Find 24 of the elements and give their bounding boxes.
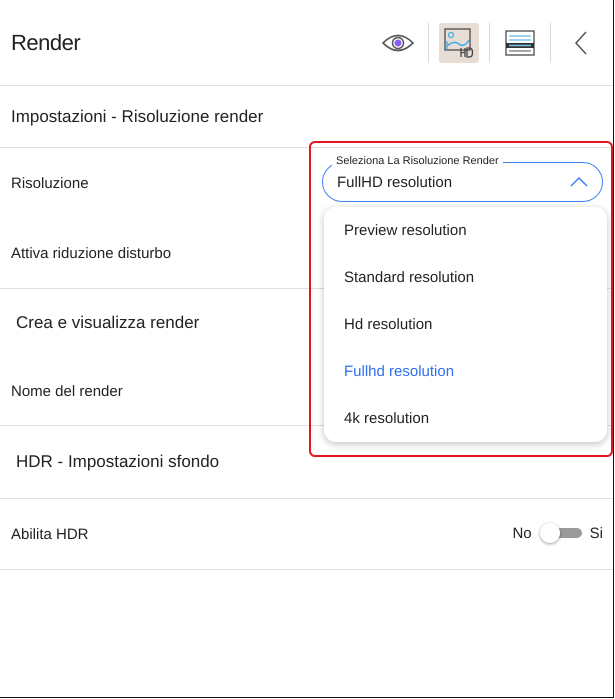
eye-icon: [381, 32, 415, 54]
select-value: FullHD resolution: [337, 174, 452, 190]
dropdown-option[interactable]: 4k resolution: [324, 395, 607, 442]
dropdown-option[interactable]: Preview resolution: [324, 207, 607, 254]
dropdown-option[interactable]: Hd resolution: [324, 301, 607, 348]
dropdown-option[interactable]: Standard resolution: [324, 254, 607, 301]
toggle-off-label: No: [512, 524, 532, 542]
section-heading: HDR - Impostazioni sfondo: [16, 452, 220, 472]
toggle-on-label: Si: [590, 524, 603, 542]
setting-label: Nome del render: [11, 382, 123, 400]
chevron-left-icon: [574, 30, 588, 56]
chevron-up-icon: [570, 177, 588, 187]
setting-label: Abilita HDR: [11, 526, 89, 542]
setting-label: Attiva riduzione disturbo: [11, 244, 172, 262]
section-heading: Impostazioni - Risoluzione render: [11, 106, 264, 126]
hdr-toggle[interactable]: [540, 523, 582, 543]
field-label: Seleziona La Risoluzione Render: [332, 154, 503, 168]
section-heading: Crea e visualizza render: [16, 313, 200, 333]
hd-image-button[interactable]: [439, 22, 479, 62]
setting-label: Risoluzione: [11, 174, 89, 192]
image-hd-icon: [444, 28, 474, 58]
layers-icon: [505, 30, 535, 56]
dropdown-option[interactable]: Fullhd resolution: [324, 348, 607, 395]
page-title: Render: [11, 30, 80, 56]
